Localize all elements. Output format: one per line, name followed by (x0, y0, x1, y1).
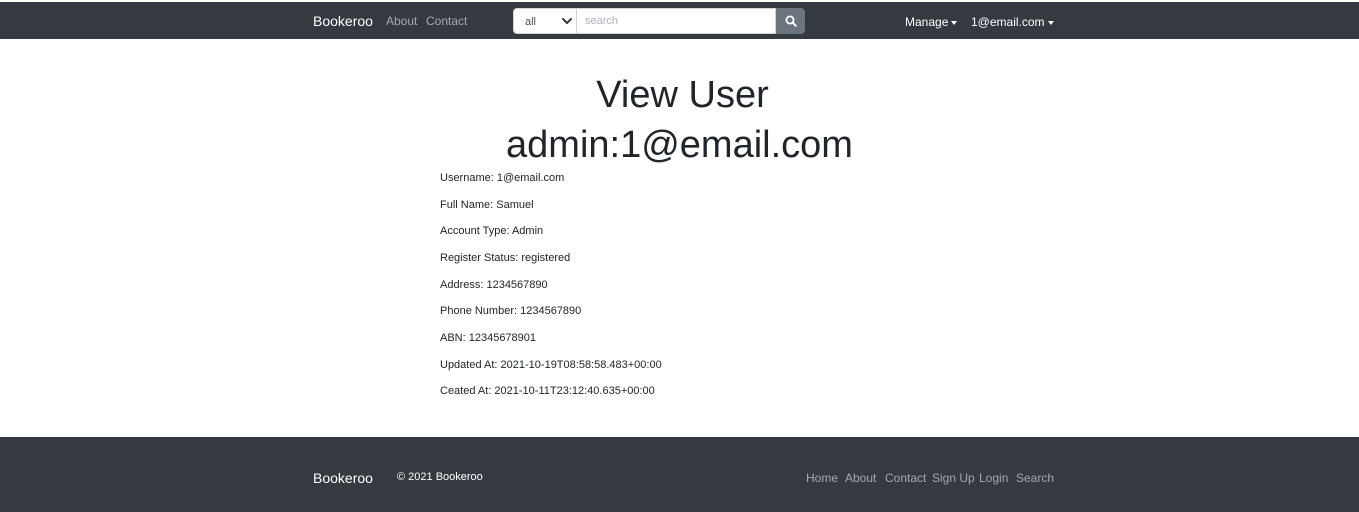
footer-link-signup[interactable]: Sign Up (932, 471, 975, 485)
nav-about-link[interactable]: About (386, 14, 417, 28)
search-input[interactable] (577, 8, 776, 34)
top-navbar: Bookeroo About Contact all Manage 1@emai… (0, 2, 1359, 39)
footer-brand: Bookeroo (313, 470, 373, 486)
footer-link-login[interactable]: Login (979, 471, 1008, 485)
detail-updated-at: Updated At: 2021-10-19T08:58:58.483+00:0… (440, 359, 662, 371)
footer-link-home[interactable]: Home (806, 471, 838, 485)
search-form: all (513, 8, 805, 34)
user-dropdown[interactable]: 1@email.com (971, 15, 1054, 29)
detail-full-name: Full Name: Samuel (440, 199, 534, 211)
user-dropdown-label: 1@email.com (971, 15, 1045, 29)
detail-phone-number: Phone Number: 1234567890 (440, 305, 582, 317)
page-subtitle: admin:1@email.com (506, 124, 853, 166)
search-category-value: all (525, 16, 537, 28)
detail-abn: ABN: 12345678901 (440, 332, 537, 344)
navbar-brand[interactable]: Bookeroo (313, 13, 373, 29)
chevron-down-icon (562, 18, 572, 24)
detail-address: Address: 1234567890 (440, 279, 548, 291)
search-icon (785, 15, 797, 27)
search-button[interactable] (776, 8, 805, 34)
manage-dropdown-label: Manage (905, 15, 949, 29)
manage-dropdown[interactable]: Manage (905, 15, 958, 29)
footer-link-about[interactable]: About (845, 471, 876, 485)
page-footer: Bookeroo © 2021 Bookeroo Home About Cont… (0, 437, 1359, 512)
detail-username: Username: 1@email.com (440, 172, 565, 184)
detail-register-status: Register Status: registered (440, 252, 571, 264)
search-category-select[interactable]: all (513, 8, 577, 34)
page-title: View User (596, 74, 769, 116)
footer-copyright: © 2021 Bookeroo (397, 471, 483, 483)
caret-down-icon (1047, 20, 1054, 25)
footer-link-contact[interactable]: Contact (885, 471, 926, 485)
detail-created-at: Ceated At: 2021-10-11T23:12:40.635+00:00 (440, 385, 655, 397)
nav-contact-link[interactable]: Contact (426, 14, 467, 28)
detail-account-type: Account Type: Admin (440, 225, 544, 237)
footer-link-search[interactable]: Search (1016, 471, 1054, 485)
caret-down-icon (951, 20, 958, 25)
